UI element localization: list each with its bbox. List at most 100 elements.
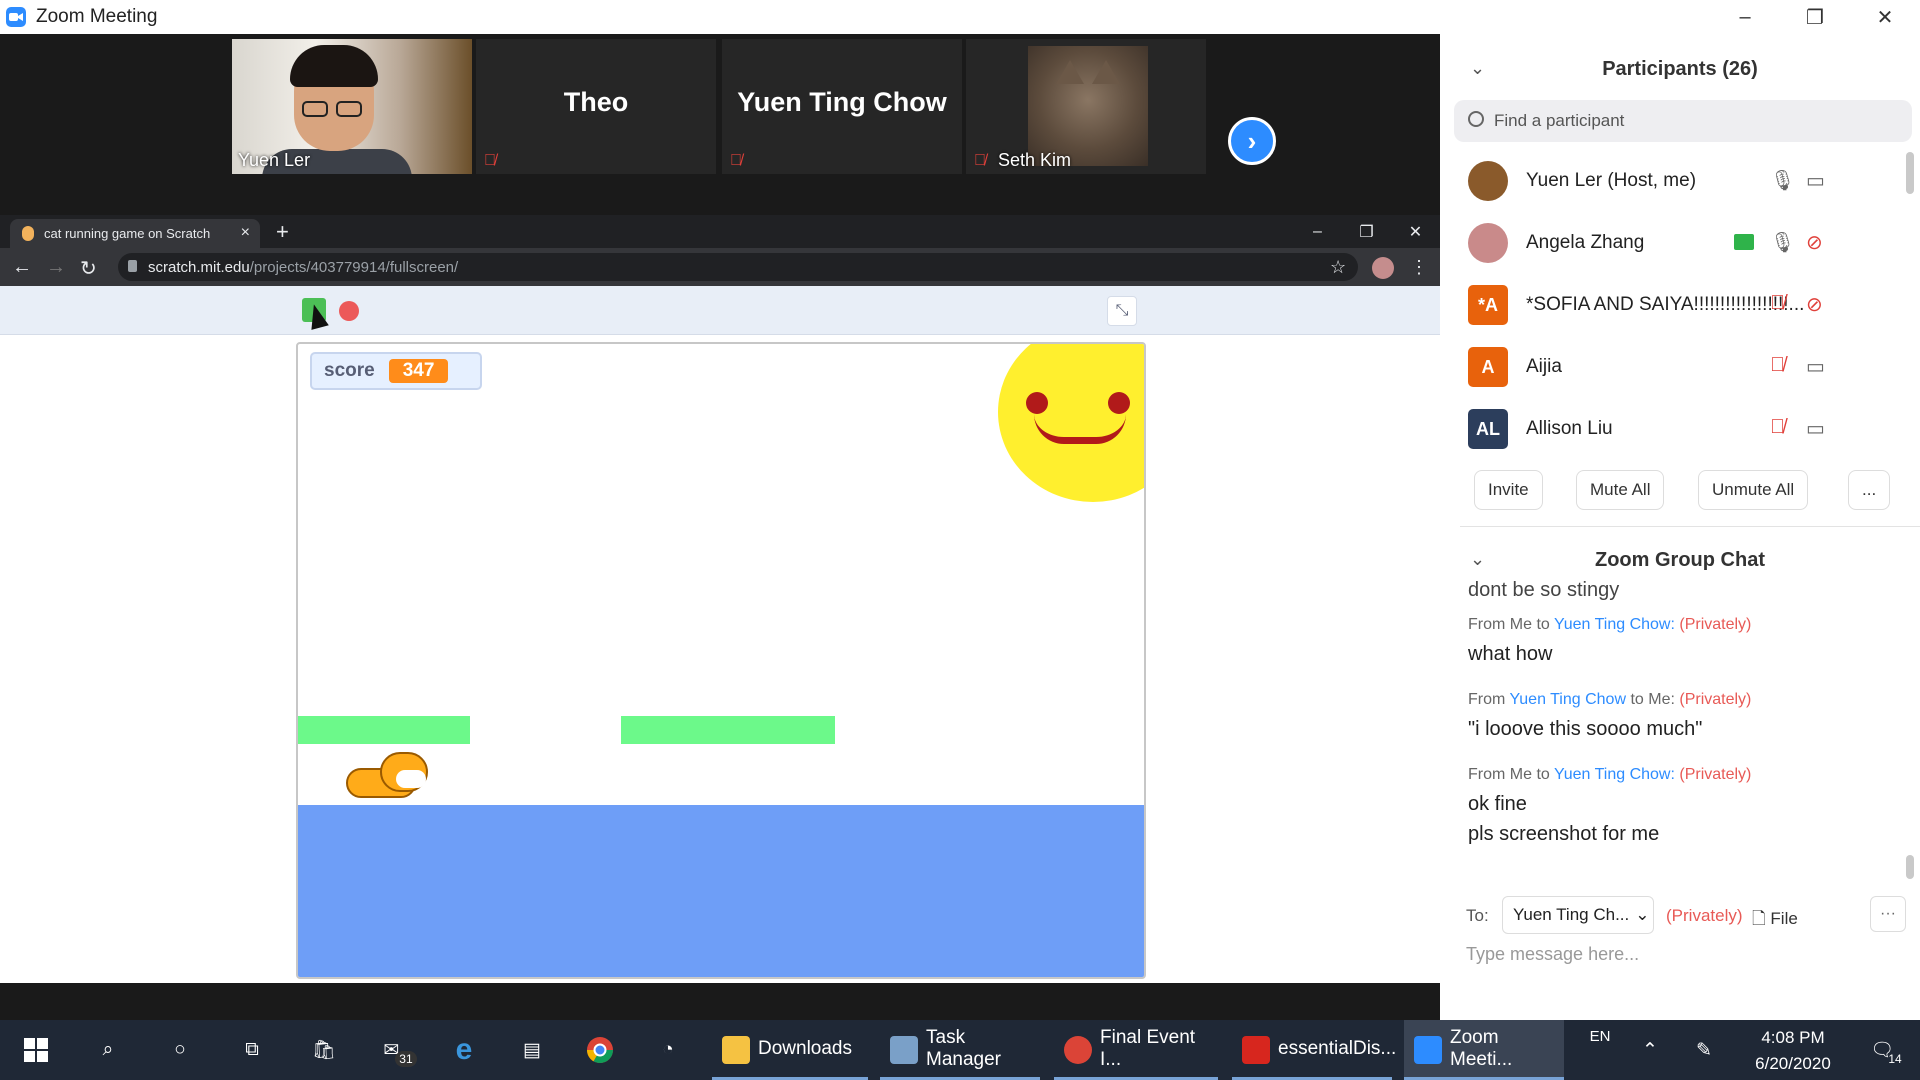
cortana-icon[interactable]: ○ [156,1020,204,1080]
mail-icon[interactable]: ✉ 31 [372,1020,428,1080]
taskbar-app-zoom[interactable]: Zoom Meeti... [1404,1020,1564,1080]
screen-share-icon [1734,234,1754,250]
message-text: ok fine pls screenshot for me [1468,793,1660,845]
restore-button[interactable]: ❐ [1780,0,1850,34]
recipient-select[interactable]: Yuen Ting Ch... ⌄ [1502,896,1654,934]
pdf-icon [1242,1036,1270,1064]
stop-button[interactable] [339,301,359,321]
avatar: A [1468,347,1508,387]
mute-all-button[interactable]: Mute All [1576,470,1665,510]
browser-close-button[interactable]: ✕ [1391,215,1440,248]
participant-actions: Invite Mute All Unmute All ... [1440,470,1920,510]
close-button[interactable]: ✕ [1850,0,1920,34]
back-button[interactable]: ← [12,256,32,279]
browser-minimize-button[interactable]: – [1293,215,1342,248]
bookmark-star-icon[interactable]: ☆ [1330,257,1346,278]
browser-restore-button[interactable]: ❐ [1342,215,1391,248]
invite-button[interactable]: Invite [1474,470,1543,510]
platform [621,716,835,744]
taskbar-app-downloads[interactable]: Downloads [712,1020,868,1080]
participants-scrollbar[interactable] [1906,152,1914,194]
camera-off-icon[interactable]: ⊘ [1806,230,1823,255]
pen-icon[interactable]: ✎ [1684,1020,1724,1080]
next-page-button[interactable]: › [1228,117,1276,165]
participant-name: Aijia [1526,356,1562,377]
chevron-up-icon[interactable]: ⌃ [1630,1020,1670,1080]
tile-name: Yuen Ting Chow [737,87,947,117]
video-tile-yuen-ting-chow[interactable]: Yuen Ting Chow 🎙̸ [722,39,962,174]
chevron-right-icon: › [1247,125,1257,156]
browser-tab-bar: cat running game on Scratch × + – ❐ ✕ [0,215,1440,248]
new-tab-button[interactable]: + [276,219,289,245]
profile-avatar[interactable] [1372,257,1394,279]
weather-app-icon[interactable]: ◔ [644,1020,692,1080]
mic-muted-icon[interactable]: 🎙̸ [1770,354,1785,377]
score-label: score [324,360,375,381]
participant-row[interactable]: Yuen Ler (Host, me) 🎙 ▭ [1440,150,1910,212]
scratch-stage[interactable]: score 347 [296,342,1146,979]
windows-logo-icon [24,1038,48,1062]
chat-message: From Me to Yuen Ting Chow: (Privately) o… [1468,766,1888,849]
participant-search-input[interactable]: Find a participant [1454,100,1912,142]
chat-scrollbar[interactable] [1906,855,1914,879]
language-indicator[interactable]: EN [1580,1020,1620,1080]
side-panel: ⌄ Participants (26) Find a participant Y… [1440,34,1920,1020]
mic-muted-icon[interactable]: 🎙̸ [1770,292,1785,315]
mic-icon[interactable]: 🎙 [1770,230,1795,255]
taskbar-app-chrome[interactable]: Final Event I... [1054,1020,1218,1080]
start-button[interactable] [12,1020,60,1080]
camera-off-icon[interactable]: ⊘ [1806,292,1823,317]
tile-name: Theo [563,87,629,117]
search-icon[interactable]: ⌕ [84,1020,132,1080]
message-meta: From Me to Yuen Ting Chow: (Privately) [1468,616,1752,633]
chat-more-button[interactable]: ··· [1870,896,1906,932]
search-placeholder: Find a participant [1494,111,1625,130]
participant-row[interactable]: AL Allison Liu 🎙̸ ▭ [1440,398,1910,460]
privately-label: (Privately) [1666,906,1743,925]
camera-icon[interactable]: ▭ [1806,168,1825,193]
folder-icon [722,1036,750,1064]
participant-row[interactable]: A Aijia 🎙̸ ▭ [1440,336,1910,398]
reload-button[interactable]: ↻ [80,256,97,281]
mic-icon[interactable]: 🎙 [1770,168,1795,193]
unmute-all-button[interactable]: Unmute All [1698,470,1809,510]
edge-icon[interactable]: e [440,1020,488,1080]
participant-row[interactable]: *A *SOFIA AND SAIYA!!!!!!!!!!!!!!!!!!...… [1440,274,1910,336]
chrome-icon[interactable] [576,1020,624,1080]
browser-menu-icon[interactable]: ⋮ [1410,257,1428,278]
video-tile-seth-kim[interactable]: 🎙̸ Seth Kim [966,39,1206,174]
forward-button[interactable]: → [46,256,66,279]
smiley-sun-sprite [998,344,1144,502]
chrome-logo-icon [586,1037,614,1064]
task-view-icon[interactable]: ⧉ [228,1020,276,1080]
camera-icon[interactable]: ▭ [1806,416,1825,441]
exit-fullscreen-button[interactable]: ⤡ [1107,296,1137,326]
chat-message-input[interactable]: Type message here... [1466,944,1639,965]
paint-icon[interactable]: ▤ [508,1020,556,1080]
file-button[interactable]: 🗋 File [1752,906,1798,935]
taskbar-app-task-manager[interactable]: Task Manager [880,1020,1040,1080]
notifications-icon[interactable]: 🗨 14 [1860,1020,1912,1080]
tab-close-icon[interactable]: × [241,224,250,242]
clock[interactable]: 4:08 PM 6/20/2020 [1728,1025,1858,1077]
windows-taskbar: ⌕ ○ ⧉ 🛍 ✉ 31 e ▤ ◔ Downloads Task Manager… [0,1020,1920,1080]
store-icon[interactable]: 🛍 [300,1020,348,1080]
video-tile-yuen-ler[interactable]: Yuen Ler [232,39,472,174]
clock-time: 4:08 PM [1761,1028,1825,1047]
scratch-cat-sprite [336,746,436,806]
mic-muted-icon[interactable]: 🎙̸ [1770,416,1785,439]
camera-icon[interactable]: ▭ [1806,354,1825,379]
message-text: dont be so stingy [1468,580,1620,601]
minimize-button[interactable]: – [1710,0,1780,34]
url-field[interactable]: scratch.mit.edu/projects/403779914/fulls… [118,253,1358,281]
url-host: scratch.mit.edu [148,258,250,276]
video-strip: Yuen Ler Theo 🎙̸ Yuen Ting Chow 🎙̸ 🎙̸ Se… [0,34,1440,215]
video-tile-theo[interactable]: Theo 🎙̸ [476,39,716,174]
taskbar-app-pdf[interactable]: essentialDis... [1232,1020,1396,1080]
browser-tab[interactable]: cat running game on Scratch × [10,219,260,248]
mic-muted-icon: 🎙̸ [730,152,742,169]
more-options-button[interactable]: ... [1848,470,1891,510]
chat-header: Zoom Group Chat [1595,549,1765,571]
participant-row[interactable]: Angela Zhang 🎙 ⊘ [1440,212,1910,274]
message-meta: From Me to Yuen Ting Chow: (Privately) [1468,766,1752,783]
